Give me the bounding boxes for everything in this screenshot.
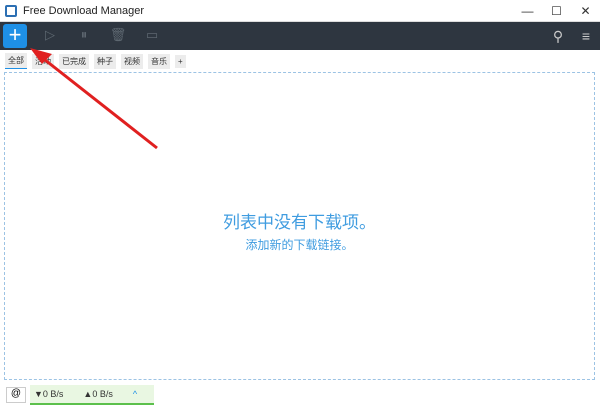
app-logo-icon <box>5 4 17 17</box>
pause-icon[interactable]: ⏸ <box>73 27 95 45</box>
add-download-button[interactable]: + <box>3 24 27 48</box>
delete-icon[interactable]: 🗑 <box>107 27 129 45</box>
snail-mode-icon[interactable]: @ <box>6 387 26 403</box>
maximize-button[interactable]: ☐ <box>542 4 571 18</box>
status-bar: @ ▼0 B/s ▲0 B/s ^ <box>0 385 600 405</box>
add-tab-button[interactable]: + <box>175 54 186 68</box>
chevron-up-icon[interactable]: ^ <box>133 389 137 399</box>
download-list[interactable]: 列表中没有下载项。 添加新的下载链接。 <box>4 72 595 380</box>
empty-subtitle: 添加新的下载链接。 <box>245 238 354 252</box>
tab-all[interactable]: 全部 <box>5 53 27 69</box>
empty-title: 列表中没有下载项。 <box>223 213 376 232</box>
search-icon[interactable]: ⚲ <box>544 28 572 45</box>
close-button[interactable]: ✕ <box>571 4 600 18</box>
speed-panel[interactable]: ▼0 B/s ▲0 B/s ^ <box>30 385 154 405</box>
tab-video[interactable]: 视频 <box>121 53 143 69</box>
start-icon[interactable]: ▷ <box>39 27 61 45</box>
menu-icon[interactable]: ≡ <box>572 28 600 45</box>
tab-active[interactable]: 活动 <box>32 53 54 69</box>
filter-tabs: 全部 活动 已完成 种子 视频 音乐 + <box>0 52 600 70</box>
title-bar: Free Download Manager — ☐ ✕ <box>0 0 600 22</box>
minimize-button[interactable]: — <box>513 4 542 18</box>
tab-completed[interactable]: 已完成 <box>59 53 89 69</box>
tab-music[interactable]: 音乐 <box>148 53 170 69</box>
tab-torrents[interactable]: 种子 <box>94 53 116 69</box>
window-title: Free Download Manager <box>23 4 145 17</box>
upload-speed: ▲0 B/s <box>83 389 113 399</box>
folder-icon[interactable]: ▭ <box>141 27 163 45</box>
download-speed: ▼0 B/s <box>34 389 64 399</box>
toolbar: + ▷ ⏸ 🗑 ▭ ⚲ ≡ <box>0 22 600 50</box>
